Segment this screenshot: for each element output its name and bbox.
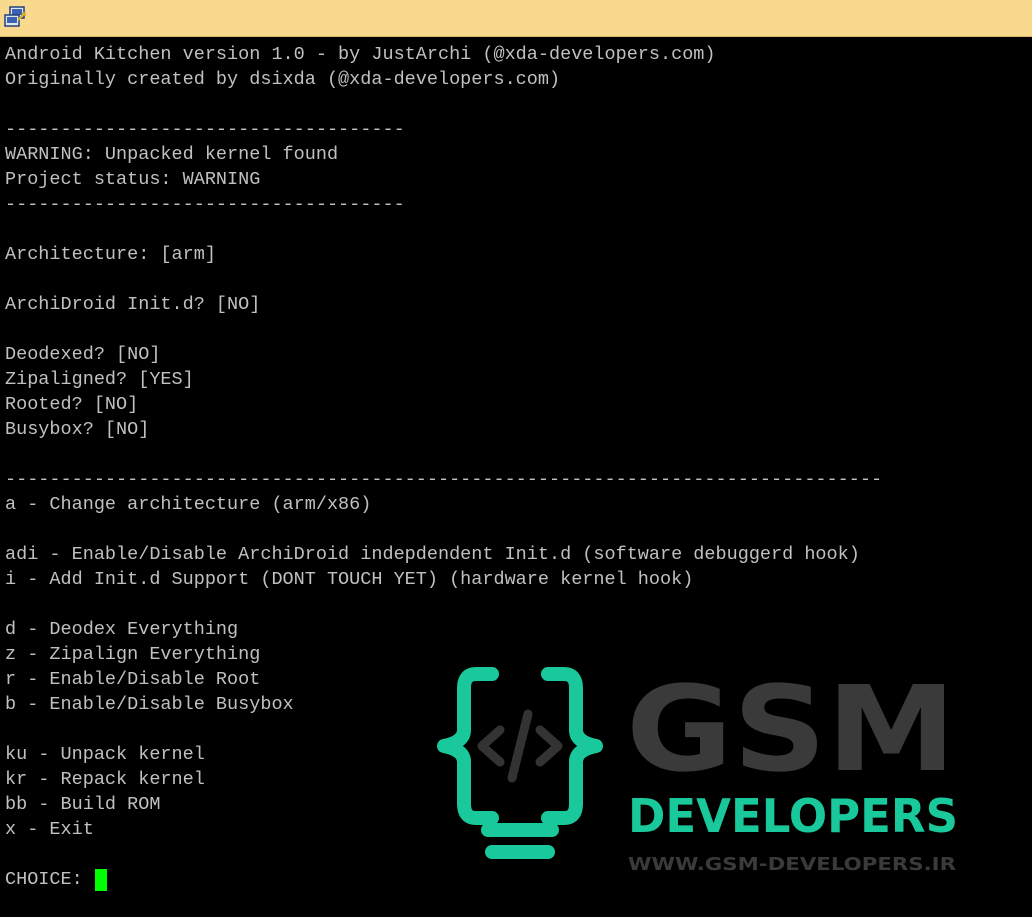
terminal-line: Busybox? [NO]: [5, 419, 150, 440]
terminal-line: Project status: WARNING: [5, 169, 261, 190]
terminal-line: i - Add Init.d Support (DONT TOUCH YET) …: [5, 569, 694, 590]
terminal-line: Originally created by dsixda (@xda-devel…: [5, 69, 561, 90]
watermark-brand: GSM: [626, 662, 956, 798]
terminal-line: WARNING: Unpacked kernel found: [5, 144, 339, 165]
prompt-label: CHOICE:: [5, 869, 83, 890]
terminal-line: a - Change architecture (arm/x86): [5, 494, 372, 515]
terminal-app-icon[interactable]: [4, 6, 28, 28]
terminal-line: Zipaligned? [YES]: [5, 369, 194, 390]
terminal-line: ArchiDroid Init.d? [NO]: [5, 294, 261, 315]
terminal-line: Rooted? [NO]: [5, 394, 139, 415]
watermark-subtitle: DEVELOPERS: [628, 789, 958, 843]
terminal-line: Deodexed? [NO]: [5, 344, 161, 365]
terminal-line: Android Kitchen version 1.0 - by JustArc…: [5, 44, 716, 65]
watermark-url: WWW.GSM-DEVELOPERS.IR: [628, 854, 956, 875]
terminal-line: d - Deodex Everything: [5, 619, 239, 640]
terminal-line: ----------------------------------------…: [5, 469, 883, 490]
title-bar: [0, 0, 1032, 37]
terminal-line: ------------------------------------: [5, 119, 405, 140]
code-symbol: [477, 709, 563, 783]
gsm-developers-watermark: GSM DEVELOPERS WWW.GSM-DEVELOPERS.IR: [430, 662, 970, 877]
terminal-line: ------------------------------------: [5, 194, 405, 215]
terminal-line: adi - Enable/Disable ArchiDroid indepden…: [5, 544, 860, 565]
watermark-graphic: GSM DEVELOPERS WWW.GSM-DEVELOPERS.IR: [437, 662, 958, 875]
terminal-line: Architecture: [arm]: [5, 244, 216, 265]
text-cursor: [94, 868, 107, 891]
